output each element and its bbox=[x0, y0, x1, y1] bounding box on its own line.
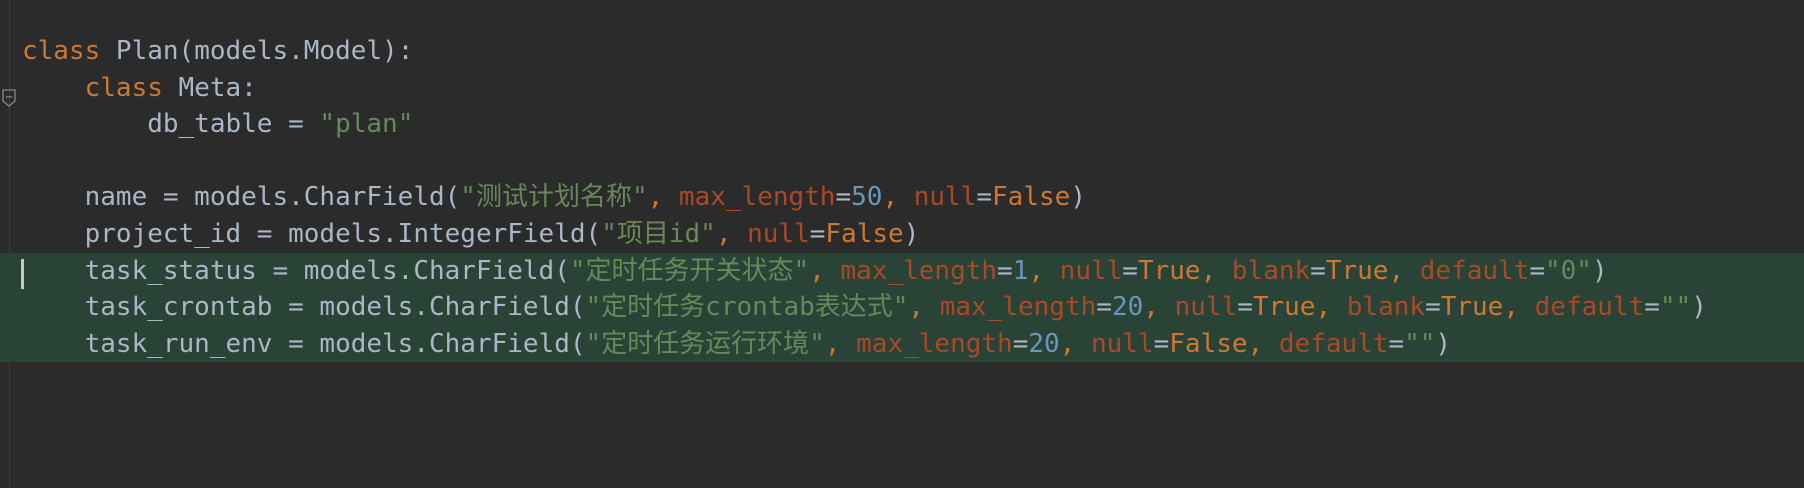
code-token: , bbox=[908, 292, 940, 323]
code-line[interactable]: task_crontab = models.CharField("定时任务cro… bbox=[0, 289, 1804, 326]
code-token: , bbox=[1143, 292, 1175, 323]
code-token: default bbox=[1419, 255, 1530, 286]
code-token: ) bbox=[903, 219, 920, 249]
code-token: max_length bbox=[840, 255, 998, 286]
code-line[interactable]: db_table = "plan" bbox=[0, 106, 1804, 143]
code-token: blank bbox=[1346, 292, 1426, 323]
code-token: "测试计划名称" bbox=[460, 182, 648, 213]
code-token: = bbox=[835, 182, 852, 213]
code-line[interactable]: class Plan(models.Model): bbox=[0, 33, 1804, 70]
code-token: task_run_env = models.CharField( bbox=[22, 328, 586, 359]
code-token: , bbox=[1059, 328, 1091, 359]
code-text: task_run_env = models.CharField("定时任务运行环… bbox=[22, 326, 1451, 363]
code-token: null bbox=[913, 182, 977, 213]
code-token: = bbox=[976, 182, 993, 213]
code-line[interactable]: project_id = models.IntegerField("项目id",… bbox=[0, 216, 1804, 253]
code-token: Meta: bbox=[162, 72, 257, 103]
code-token: "0" bbox=[1545, 255, 1592, 286]
code-text: class Plan(models.Model): bbox=[22, 33, 413, 70]
code-token: False bbox=[825, 219, 904, 249]
code-token: "定时任务crontab表达式" bbox=[585, 292, 909, 323]
code-token: = bbox=[1425, 292, 1441, 323]
code-token: null bbox=[1059, 255, 1123, 286]
code-token: max_length bbox=[856, 328, 1013, 359]
code-text: class Meta: bbox=[22, 70, 257, 107]
code-token: True bbox=[1137, 255, 1201, 286]
code-token: , bbox=[824, 328, 857, 359]
code-line[interactable] bbox=[0, 143, 1804, 180]
code-token: True bbox=[1440, 292, 1504, 323]
code-token: ) bbox=[1435, 328, 1452, 359]
code-token: "" bbox=[1659, 292, 1692, 323]
code-token: = bbox=[997, 255, 1013, 286]
code-token: default bbox=[1278, 328, 1389, 359]
code-token: task_status = models.CharField( bbox=[22, 255, 570, 286]
code-token: "项目id" bbox=[601, 219, 716, 249]
code-token: , bbox=[1200, 255, 1232, 286]
code-token: 50 bbox=[851, 182, 883, 213]
code-token: 20 bbox=[1111, 292, 1144, 323]
code-text: task_status = models.CharField("定时任务开关状态… bbox=[22, 253, 1608, 290]
code-token: Plan(models.Model): bbox=[100, 36, 414, 66]
code-token: , bbox=[1028, 255, 1060, 286]
code-token: = bbox=[1153, 328, 1170, 359]
code-token: db_table = bbox=[22, 109, 320, 140]
code-token: null bbox=[1090, 328, 1154, 359]
code-token: , bbox=[809, 255, 841, 286]
code-token: = bbox=[1122, 255, 1138, 286]
code-token: null bbox=[1174, 292, 1238, 323]
code-editor[interactable]: class Plan(models.Model): class Meta: db… bbox=[0, 0, 1804, 488]
code-token: default bbox=[1534, 292, 1645, 323]
code-token: project_id = models.IntegerField( bbox=[22, 219, 602, 249]
code-token: , bbox=[1247, 328, 1279, 359]
code-text: project_id = models.IntegerField("项目id",… bbox=[22, 216, 920, 253]
code-token: ) bbox=[1591, 255, 1608, 286]
code-token: = bbox=[1096, 292, 1112, 323]
code-token: 1 bbox=[1012, 255, 1029, 286]
code-token: , bbox=[1503, 292, 1535, 323]
code-token: , bbox=[715, 219, 748, 249]
code-token: "定时任务运行环境" bbox=[585, 328, 825, 359]
code-text: name = models.CharField("测试计划名称", max_le… bbox=[22, 179, 1086, 216]
code-line[interactable]: class Meta: bbox=[0, 70, 1804, 107]
code-line[interactable]: task_run_env = models.CharField("定时任务运行环… bbox=[0, 325, 1804, 363]
code-token: = bbox=[1237, 292, 1253, 323]
code-token: , bbox=[1315, 292, 1347, 323]
code-token: ) bbox=[1691, 292, 1707, 323]
code-token: ) bbox=[1070, 182, 1086, 213]
code-token: class bbox=[84, 72, 163, 103]
code-text: task_crontab = models.CharField("定时任务cro… bbox=[22, 289, 1707, 326]
code-token: "" bbox=[1404, 328, 1436, 359]
code-token: = bbox=[1310, 255, 1326, 286]
code-line[interactable]: name = models.CharField("测试计划名称", max_le… bbox=[0, 179, 1804, 216]
code-token: False bbox=[992, 182, 1071, 213]
code-token: 20 bbox=[1028, 328, 1060, 359]
code-token: "定时任务开关状态" bbox=[569, 255, 810, 286]
code-token: , bbox=[882, 182, 914, 213]
code-token: task_crontab = models.CharField( bbox=[22, 292, 586, 323]
code-token: name = models.CharField( bbox=[22, 182, 461, 213]
code-token: max_length bbox=[939, 292, 1097, 323]
code-token: = bbox=[1012, 328, 1029, 359]
code-token: = bbox=[1388, 328, 1405, 359]
code-text: db_table = "plan" bbox=[22, 106, 413, 143]
code-token: = bbox=[1644, 292, 1660, 323]
code-line[interactable]: task_status = models.CharField("定时任务开关状态… bbox=[0, 252, 1804, 290]
code-token: max_length bbox=[678, 182, 836, 213]
code-token: True bbox=[1252, 292, 1316, 323]
code-token: True bbox=[1325, 255, 1389, 286]
code-token: null bbox=[747, 219, 810, 249]
code-token: = bbox=[1529, 255, 1545, 286]
code-token: , bbox=[647, 182, 679, 213]
code-token: class bbox=[22, 36, 101, 66]
code-token: = bbox=[809, 219, 826, 249]
code-token: , bbox=[1388, 255, 1420, 286]
code-token: "plan" bbox=[319, 109, 414, 140]
code-token: blank bbox=[1231, 255, 1311, 286]
code-token: False bbox=[1169, 328, 1248, 359]
